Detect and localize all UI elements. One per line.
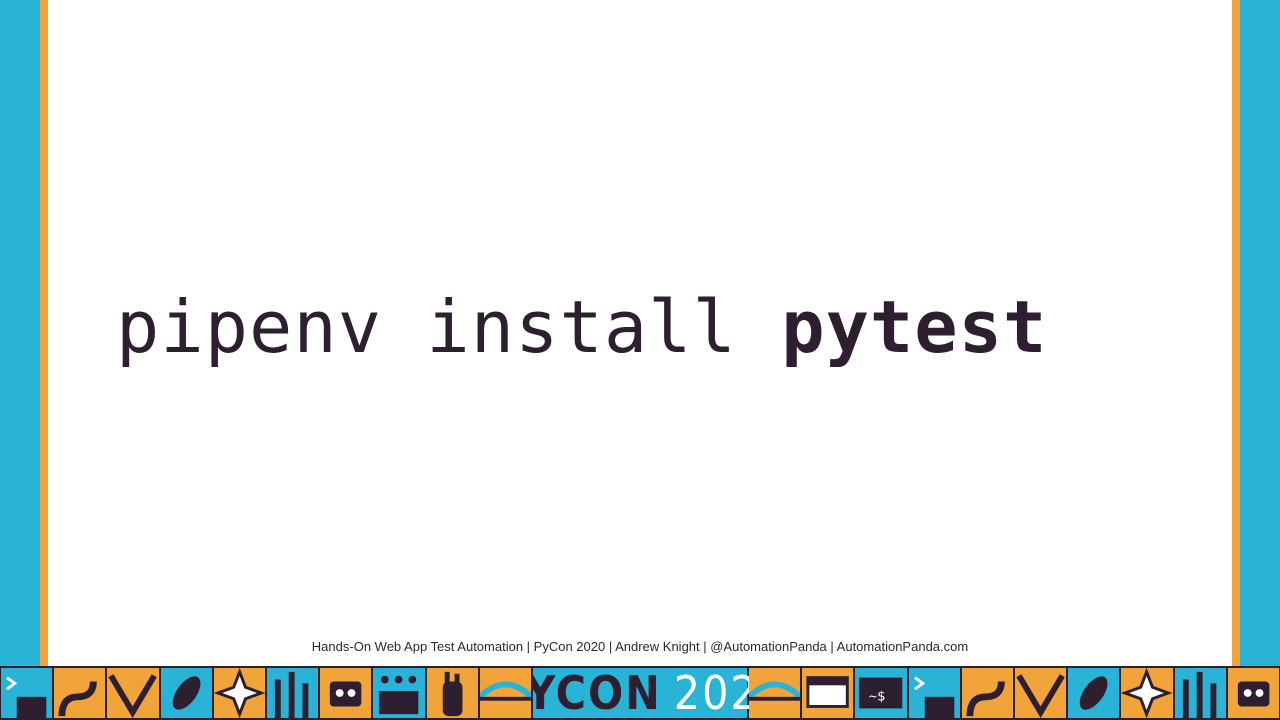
svg-text:~$: ~$ bbox=[869, 689, 886, 705]
terminal-prompt-icon bbox=[908, 668, 960, 718]
chevron-pattern-icon bbox=[1015, 668, 1067, 718]
slide-footer: Hands-On Web App Test Automation | PyCon… bbox=[311, 639, 969, 654]
right-border bbox=[1240, 0, 1280, 666]
pycon-logo: PYCON 2020 bbox=[493, 666, 785, 720]
snake-icon bbox=[54, 668, 106, 718]
robot-icon bbox=[1227, 668, 1280, 718]
terminal-prompt-icon bbox=[1, 668, 53, 718]
leaf-icon bbox=[160, 668, 212, 718]
robot-icon bbox=[320, 668, 372, 718]
right-orange-stripe bbox=[1232, 0, 1240, 666]
hand-icon bbox=[426, 668, 478, 718]
bar-pattern-icon bbox=[267, 668, 319, 718]
left-orange-stripe bbox=[40, 0, 48, 666]
sparkle-icon bbox=[213, 668, 266, 718]
bridge-icon bbox=[749, 668, 801, 718]
left-border bbox=[0, 0, 40, 666]
chevron-pattern-icon bbox=[107, 668, 159, 718]
leaf-icon bbox=[1068, 668, 1120, 718]
dollar-terminal-icon: ~$ bbox=[855, 668, 907, 718]
banner-tiles-left bbox=[0, 666, 532, 720]
sparkle-icon bbox=[1121, 668, 1173, 718]
bar-pattern-icon bbox=[1174, 668, 1226, 718]
command-package: pytest bbox=[781, 285, 1048, 369]
pycon-banner: PYCON 2020 ~$ bbox=[0, 666, 1280, 720]
command-text: pipenv install pytest bbox=[116, 282, 1047, 372]
snake-icon bbox=[961, 668, 1014, 718]
banner-tiles-right: ~$ bbox=[748, 666, 1280, 720]
circuit-icon bbox=[373, 668, 425, 718]
command-plain: pipenv install bbox=[116, 285, 782, 369]
window-icon bbox=[802, 668, 854, 718]
bridge-icon bbox=[479, 668, 532, 718]
slide-canvas: pipenv install pytest Hands-On Web App T… bbox=[48, 0, 1232, 666]
